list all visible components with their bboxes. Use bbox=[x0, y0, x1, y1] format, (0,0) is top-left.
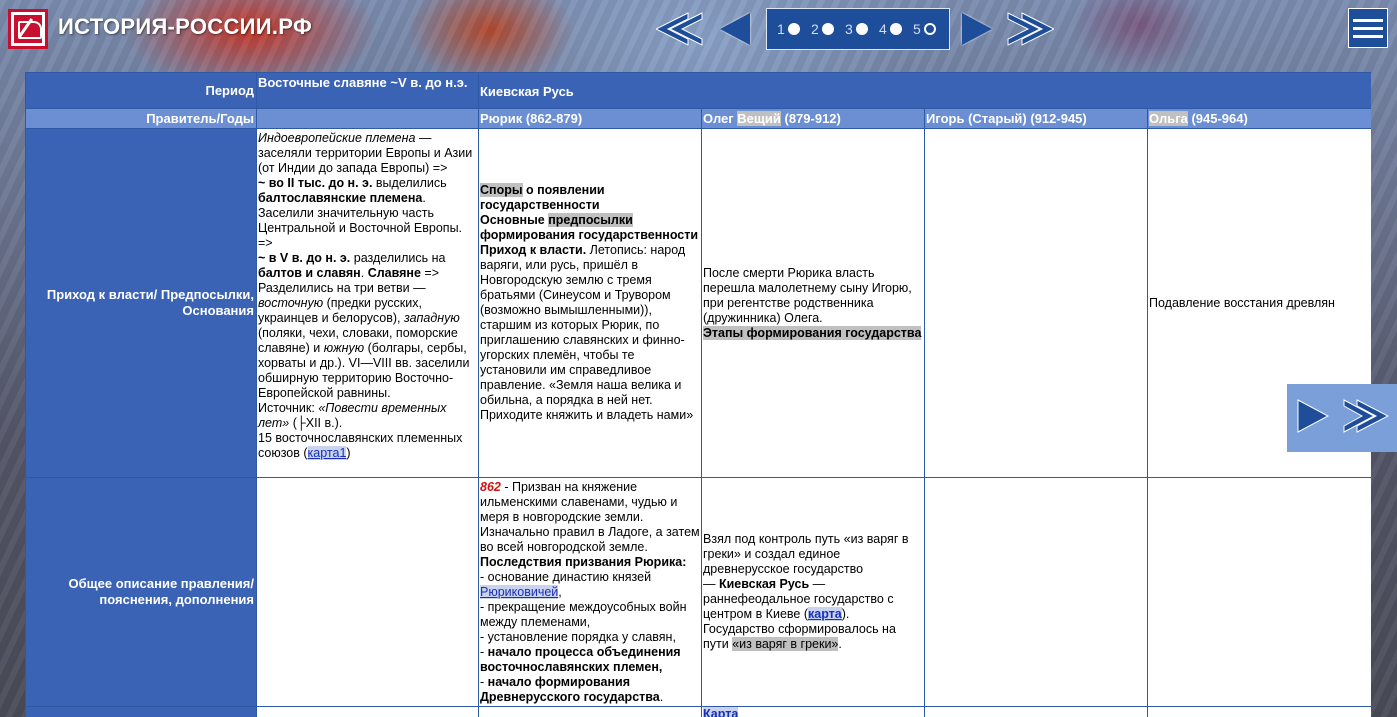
site-title[interactable]: ИСТОРИЯ-РОССИИ.РФ bbox=[58, 14, 312, 40]
period-slavs: Восточные славяне ~V в. до н.э. bbox=[256, 72, 479, 109]
map1-link[interactable]: карта1 bbox=[307, 446, 347, 460]
ruler-olga: Ольга (945-964) bbox=[1146, 108, 1371, 129]
page-3-button[interactable]: 3 bbox=[845, 21, 879, 37]
history-table: Период Восточные славяне ~V в. до н.э. К… bbox=[25, 72, 1371, 717]
igor-desc-cell bbox=[924, 477, 1148, 707]
rulers-label: Правитель/Годы bbox=[25, 108, 257, 129]
ruler-oleg: Олег Вещий (879-912) bbox=[701, 108, 925, 129]
oleg-next-cell: Карта bbox=[701, 706, 925, 717]
page-1-button[interactable]: 1 bbox=[777, 21, 811, 37]
period-kievan: Киевская Русь bbox=[477, 72, 1371, 109]
page-2-button[interactable]: 2 bbox=[811, 21, 845, 37]
ruler-slavs bbox=[256, 108, 479, 129]
page-selector: 1 2 3 4 5 bbox=[766, 8, 950, 50]
site-header: ИСТОРИЯ-РОССИИ.РФ 1 2 3 4 5 bbox=[0, 0, 1397, 70]
ruler-igor: Игорь (Старый) (912-945) bbox=[924, 108, 1148, 129]
next-row-label bbox=[25, 706, 257, 717]
date-862: 862 bbox=[480, 479, 501, 494]
oleg-arrival-cell: После смерти Рюрика власть перешла малол… bbox=[701, 128, 925, 478]
arrival-row: Приход к власти/ Предпосылки, Основания … bbox=[25, 128, 1371, 478]
menu-icon[interactable] bbox=[1348, 8, 1388, 48]
period-row: Период Восточные славяне ~V в. до н.э. К… bbox=[25, 72, 1371, 109]
oleg-map-link[interactable]: Карта bbox=[703, 707, 739, 717]
period-label: Период bbox=[25, 72, 257, 109]
prev-page-icon[interactable] bbox=[718, 12, 752, 46]
next-page-icon[interactable] bbox=[960, 12, 994, 46]
rurik-arrival-cell: Споры о появлении государственности Осно… bbox=[478, 128, 702, 478]
last-page-icon[interactable] bbox=[1006, 12, 1054, 46]
first-page-icon[interactable] bbox=[656, 12, 704, 46]
slavs-desc-cell bbox=[256, 477, 479, 707]
varangians-route-link[interactable]: «из варяг в греки» bbox=[732, 637, 839, 651]
description-row: Общее описание правления/ пояснения, доп… bbox=[25, 477, 1371, 707]
description-label: Общее описание правления/ пояснения, доп… bbox=[25, 477, 257, 707]
rulers-row: Правитель/Годы Рюрик (862-879) Олег Вещи… bbox=[25, 108, 1371, 129]
disputes-link[interactable]: Споры bbox=[480, 183, 523, 197]
rurik-desc-cell: 862 - Призван на княжение ильменскими сл… bbox=[478, 477, 702, 707]
rurikids-link[interactable]: Рюриковичей bbox=[480, 584, 559, 599]
scroll-end-icon[interactable] bbox=[1343, 398, 1390, 438]
site-logo-icon[interactable] bbox=[8, 9, 48, 49]
next-row: Карта bbox=[25, 706, 1371, 717]
stages-link[interactable]: Этапы формирования государства bbox=[703, 325, 922, 340]
igor-arrival-cell bbox=[924, 128, 1148, 478]
side-scroll-nav bbox=[1287, 384, 1397, 452]
scroll-right-icon[interactable] bbox=[1297, 398, 1330, 438]
slavs-arrival-cell: Индоевропейские племена — заселяли терри… bbox=[256, 128, 479, 478]
arrival-label: Приход к власти/ Предпосылки, Основания bbox=[25, 128, 257, 478]
olga-highlight: Ольга bbox=[1149, 111, 1188, 126]
page-4-button[interactable]: 4 bbox=[879, 21, 913, 37]
prerequisites-link[interactable]: предпосылки bbox=[548, 213, 633, 227]
olga-desc-cell bbox=[1146, 477, 1371, 707]
kiev-map-link[interactable]: карта bbox=[808, 607, 842, 621]
page-5-button[interactable]: 5 bbox=[913, 21, 947, 37]
ruler-rurik: Рюрик (862-879) bbox=[478, 108, 702, 129]
oleg-epithet-highlight: Вещий bbox=[737, 111, 781, 126]
oleg-desc-cell: Взял под контроль путь «из варяг в греки… bbox=[701, 477, 925, 707]
